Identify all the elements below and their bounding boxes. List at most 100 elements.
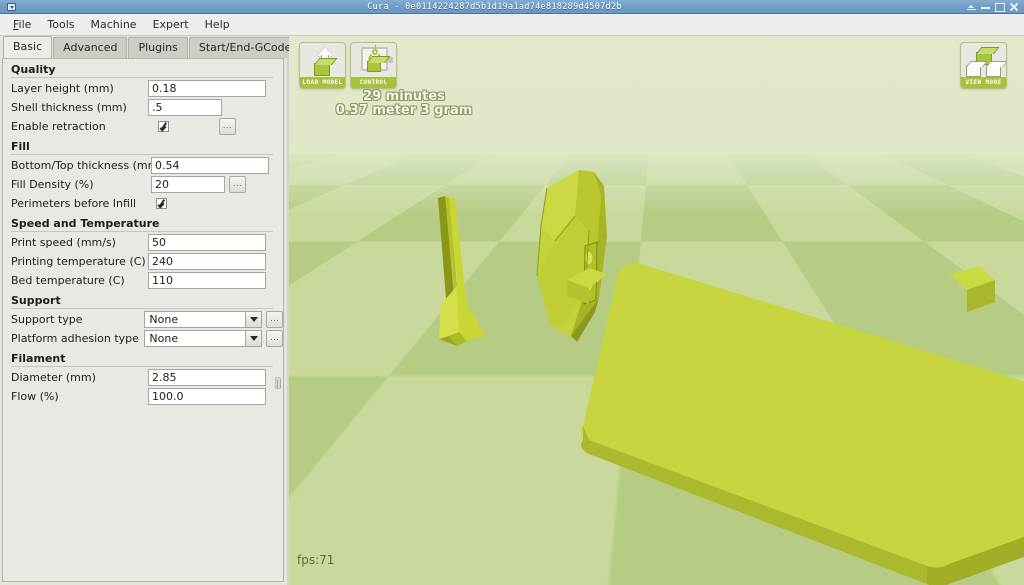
row-platform-adhesion-type: Platform adhesion type None ... xyxy=(3,329,283,348)
row-printing-temperature: Printing temperature (C) xyxy=(3,252,283,271)
cura-app-icon[interactable] xyxy=(6,2,16,11)
minimize-icon[interactable] xyxy=(981,2,990,11)
section-filament-title: Filament xyxy=(3,348,283,368)
settings-panel: Basic Advanced Plugins Start/End-GCode Q… xyxy=(0,36,302,585)
checkbox-perimeters-before-infill[interactable] xyxy=(156,198,167,209)
row-bed-temperature: Bed temperature (C) xyxy=(3,271,283,290)
view-mode-icon xyxy=(961,45,1006,78)
cube-shape xyxy=(367,61,381,72)
app-icon-area xyxy=(0,0,22,14)
model-rod xyxy=(438,196,485,346)
label-enable-retraction: Enable retraction xyxy=(11,120,106,133)
input-bottom-top-thickness[interactable] xyxy=(151,157,269,174)
model-shield xyxy=(536,170,607,342)
label-diameter: Diameter (mm) xyxy=(11,371,96,384)
control-caption: CONTROL xyxy=(351,77,396,88)
menu-item-file[interactable]: File xyxy=(6,16,38,33)
section-quality-title: Quality xyxy=(3,59,283,79)
more-button-fill-density[interactable]: ... xyxy=(229,176,246,193)
window-controls xyxy=(967,2,1024,12)
tab-basic[interactable]: Basic xyxy=(3,36,53,58)
title-bar: Cura - 0e0114224287d5b1d19a1ad74e818289d… xyxy=(0,0,1024,14)
load-model-icon xyxy=(300,45,345,78)
label-shell-thickness: Shell thickness (mm) xyxy=(11,101,127,114)
fps-counter: fps:71 xyxy=(297,553,335,567)
shade-icon[interactable] xyxy=(967,2,976,11)
input-diameter[interactable] xyxy=(148,369,266,386)
cube-shape-white-left xyxy=(966,65,981,77)
dropdown-support-type-value: None xyxy=(144,311,246,328)
row-support-type: Support type None ... xyxy=(3,310,283,329)
row-shell-thickness: Shell thickness (mm) xyxy=(3,98,283,117)
tab-advanced[interactable]: Advanced xyxy=(53,37,128,58)
menu-item-help[interactable]: Help xyxy=(198,16,237,33)
dropdown-platform-adhesion-type-value: None xyxy=(144,330,246,347)
input-flow[interactable] xyxy=(148,388,266,405)
label-print-speed: Print speed (mm/s) xyxy=(11,236,116,249)
settings-tabbar: Basic Advanced Plugins Start/End-GCode xyxy=(0,36,302,58)
view-mode-caption: VIEW MODE xyxy=(961,77,1006,88)
row-bottom-top-thickness: Bottom/Top thickness (mm) xyxy=(3,156,283,175)
basic-tab-content: Quality Layer height (mm) Shell thicknes… xyxy=(2,58,284,582)
dropdown-platform-adhesion-type[interactable]: None xyxy=(144,330,263,347)
window-title: Cura - 0e0114224287d5b1d19a1ad74e818289d… xyxy=(367,1,622,12)
input-print-speed[interactable] xyxy=(148,234,266,251)
label-perimeters-before-infill: Perimeters before Infill xyxy=(11,197,137,210)
label-flow: Flow (%) xyxy=(11,390,59,403)
3d-models[interactable] xyxy=(289,36,1024,585)
load-model-button[interactable]: LOAD MODEL xyxy=(299,42,346,89)
label-printing-temperature: Printing temperature (C) xyxy=(11,255,146,268)
menu-label: Tools xyxy=(47,18,75,31)
control-printer-icon xyxy=(351,45,396,78)
checkbox-enable-retraction[interactable] xyxy=(158,121,169,132)
row-fill-density: Fill Density (%) ... xyxy=(3,175,283,194)
row-perimeters-before-infill: Perimeters before Infill xyxy=(3,194,283,213)
dropdown-support-type[interactable]: None xyxy=(144,311,263,328)
more-button-platform-adhesion-type[interactable]: ... xyxy=(266,330,283,347)
input-shell-thickness[interactable] xyxy=(148,99,222,116)
3d-viewport[interactable]: LOAD MODEL CONTROL VIEW MODE 29 minutes … xyxy=(289,36,1024,585)
row-diameter: Diameter (mm) xyxy=(3,368,283,387)
label-bed-temperature: Bed temperature (C) xyxy=(11,274,125,287)
menu-label: Machine xyxy=(90,18,137,31)
panel-scrollbar-grip[interactable] xyxy=(275,377,281,389)
section-speed-temperature-title: Speed and Temperature xyxy=(3,213,283,233)
control-button[interactable]: CONTROL xyxy=(350,42,397,89)
label-platform-adhesion-type: Platform adhesion type xyxy=(11,332,139,345)
menu-item-expert[interactable]: Expert xyxy=(146,16,196,33)
cube-shape xyxy=(314,63,330,76)
menu-label: Help xyxy=(204,18,230,31)
label-fill-density: Fill Density (%) xyxy=(11,178,94,191)
chevron-down-icon[interactable] xyxy=(245,330,263,347)
menu-label: Expert xyxy=(152,18,189,31)
input-layer-height[interactable] xyxy=(148,80,266,97)
cube-shape-white-right xyxy=(986,65,1001,77)
label-support-type: Support type xyxy=(11,313,83,326)
label-bottom-top-thickness: Bottom/Top thickness (mm) xyxy=(11,159,163,172)
chevron-down-icon[interactable] xyxy=(245,311,263,328)
view-mode-button[interactable]: VIEW MODE xyxy=(960,42,1007,89)
tab-plugins[interactable]: Plugins xyxy=(128,37,188,58)
menu-item-tools[interactable]: Tools xyxy=(40,16,81,33)
section-fill-title: Fill xyxy=(3,136,283,156)
cura-window: Cura - 0e0114224287d5b1d19a1ad74e818289d… xyxy=(0,0,1024,585)
menu-bar: File Tools Machine Expert Help xyxy=(0,14,1024,36)
row-layer-height: Layer height (mm) xyxy=(3,79,283,98)
more-button-enable-retraction[interactable]: ... xyxy=(219,118,236,135)
input-bed-temperature[interactable] xyxy=(148,272,266,289)
section-support-title: Support xyxy=(3,290,283,310)
input-printing-temperature[interactable] xyxy=(148,253,266,270)
tab-start-end-gcode[interactable]: Start/End-GCode xyxy=(188,37,302,58)
close-icon[interactable] xyxy=(1009,2,1018,11)
load-model-caption: LOAD MODEL xyxy=(300,77,345,88)
maximize-icon[interactable] xyxy=(995,2,1005,12)
model-plate xyxy=(567,263,1024,585)
label-layer-height: Layer height (mm) xyxy=(11,82,114,95)
input-fill-density[interactable] xyxy=(151,176,225,193)
menu-rest: ile xyxy=(18,18,32,31)
row-enable-retraction: Enable retraction ... xyxy=(3,117,283,136)
row-flow: Flow (%) xyxy=(3,387,283,406)
row-print-speed: Print speed (mm/s) xyxy=(3,233,283,252)
menu-item-machine[interactable]: Machine xyxy=(84,16,144,33)
more-button-support-type[interactable]: ... xyxy=(266,311,283,328)
